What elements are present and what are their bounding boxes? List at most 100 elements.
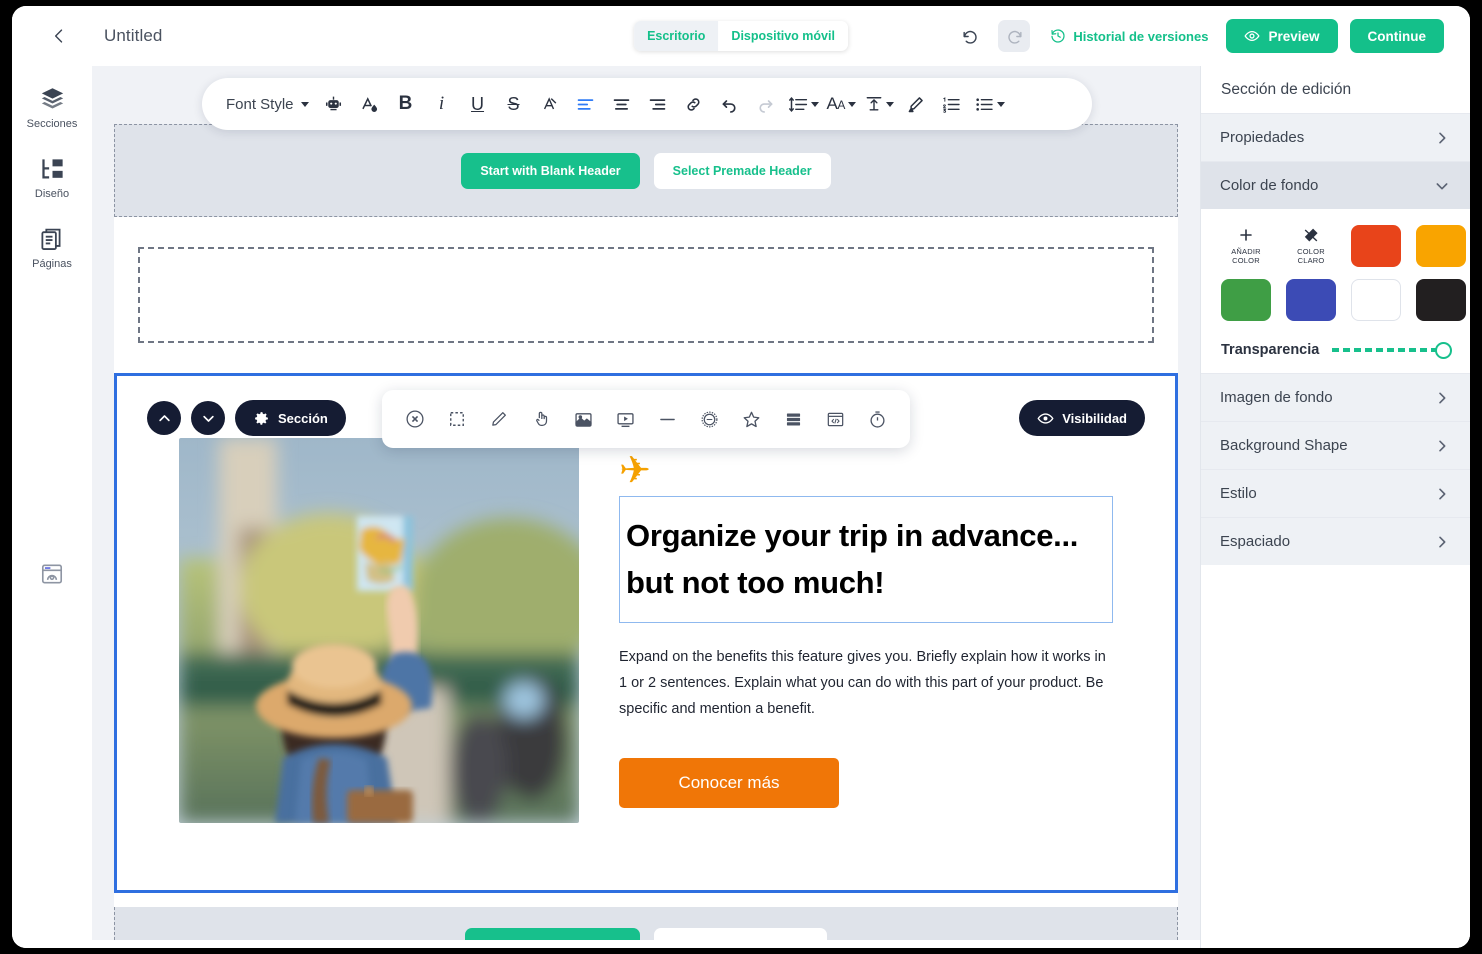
panel-row-estilo[interactable]: Estilo xyxy=(1201,469,1470,517)
conocer-mas-button[interactable]: Conocer más xyxy=(619,758,839,809)
headline-text-block[interactable]: Organize your trip in advance... but not… xyxy=(619,496,1113,623)
top-bar: Untitled Escritorio Dispositivo móvil Hi… xyxy=(12,6,1470,66)
slider-track xyxy=(1332,348,1450,352)
white-swatch[interactable] xyxy=(1351,279,1401,321)
select-frame-button[interactable] xyxy=(440,402,474,436)
panel-row-color-de-fondo[interactable]: Color de fondo xyxy=(1201,161,1470,209)
select-premade-header-button[interactable]: Select Premade Header xyxy=(653,152,831,189)
empty-content-block[interactable] xyxy=(138,247,1154,343)
numbered-list-button[interactable] xyxy=(935,87,969,121)
start-blank-header-button[interactable]: Start with Blank Header xyxy=(461,152,640,189)
body-paragraph[interactable]: Expand on the benefits this feature give… xyxy=(619,645,1113,722)
bold-button[interactable]: B xyxy=(389,87,423,121)
sidebar-label-diseno: Diseño xyxy=(34,188,70,200)
section-image-column[interactable] xyxy=(179,438,579,823)
transparency-slider[interactable] xyxy=(1332,341,1452,359)
sidebar-label-secciones: Secciones xyxy=(26,118,78,130)
insert-badge-button[interactable] xyxy=(692,402,726,436)
blue-swatch[interactable] xyxy=(1286,279,1336,321)
section-text-column: ✈ Organize your trip in advance... but n… xyxy=(619,438,1113,809)
add-color-label-2: COLOR xyxy=(1232,256,1260,266)
panel-row-label-color-de-fondo: Color de fondo xyxy=(1220,177,1319,194)
insert-layers-button[interactable] xyxy=(776,402,810,436)
panel-row-label-propiedades: Propiedades xyxy=(1220,129,1305,146)
panel-row-propiedades[interactable]: Propiedades xyxy=(1201,113,1470,161)
tab-escritorio[interactable]: Escritorio xyxy=(634,21,719,51)
align-center-button[interactable] xyxy=(605,87,639,121)
edit-pencil-button[interactable] xyxy=(482,402,516,436)
chevron-left-icon xyxy=(54,29,63,43)
line-height-button[interactable] xyxy=(785,87,822,121)
chevron-up-icon xyxy=(158,414,170,421)
sidebar-item-site-settings[interactable] xyxy=(19,561,85,587)
pointer-hand-button[interactable] xyxy=(524,402,558,436)
version-history-button[interactable]: Historial de versiones xyxy=(1050,28,1208,44)
back-button[interactable] xyxy=(36,13,82,59)
sidebar-item-secciones[interactable]: Secciones xyxy=(19,86,85,130)
selected-section[interactable]: Sección Visibilidad ✈ Organize your trip… xyxy=(114,373,1178,893)
sidebar-item-paginas[interactable]: Páginas xyxy=(19,226,85,270)
plus-icon xyxy=(1240,229,1252,241)
redo-icon xyxy=(1008,30,1022,44)
right-panel-empty-area xyxy=(1201,565,1470,948)
red-swatch[interactable] xyxy=(1351,225,1401,267)
align-left-button[interactable] xyxy=(569,87,603,121)
header-placeholder: Start with Blank Header Select Premade H… xyxy=(114,124,1178,217)
layout-tree-icon xyxy=(41,159,63,179)
trip-photo[interactable] xyxy=(179,438,579,823)
canvas-scroll[interactable]: Start with Blank Header Select Premade H… xyxy=(92,66,1200,948)
close-element-button[interactable] xyxy=(398,402,432,436)
canvas-area: Font Style B i U S AA Start with Blank H… xyxy=(92,66,1200,948)
strikethrough-button[interactable]: S xyxy=(497,87,531,121)
link-button[interactable] xyxy=(677,87,711,121)
clear-format-button[interactable] xyxy=(533,87,567,121)
insert-embed-code-button[interactable] xyxy=(818,402,852,436)
panel-row-label-imagen-de-fondo: Imagen de fondo xyxy=(1220,389,1333,406)
chevron-down-icon xyxy=(847,101,856,107)
letter-spacing-button[interactable] xyxy=(861,87,897,121)
clear-color-label-2: CLARO xyxy=(1297,256,1325,266)
redo-button[interactable] xyxy=(998,20,1031,52)
add-color-button[interactable]: AÑADIR COLOR xyxy=(1221,225,1271,267)
underline-button[interactable]: U xyxy=(461,87,495,121)
clear-color-button[interactable]: COLOR CLARO xyxy=(1286,225,1336,267)
move-section-down-button[interactable] xyxy=(191,401,225,435)
continue-button[interactable]: Continue xyxy=(1349,19,1444,53)
slider-knob[interactable] xyxy=(1435,341,1452,359)
section-columns: ✈ Organize your trip in advance... but n… xyxy=(117,438,1175,823)
insert-video-button[interactable] xyxy=(608,402,642,436)
italic-button[interactable]: i xyxy=(425,87,459,121)
move-section-up-button[interactable] xyxy=(147,401,181,435)
italic-icon: i xyxy=(438,93,445,114)
insert-star-button[interactable] xyxy=(734,402,768,436)
panel-row-background-shape[interactable]: Background Shape xyxy=(1201,421,1470,469)
tab-dispositivo-movil[interactable]: Dispositivo móvil xyxy=(718,21,848,51)
sidebar-item-diseno[interactable]: Diseño xyxy=(19,156,85,200)
insert-divider-button[interactable] xyxy=(650,402,684,436)
preview-label: Preview xyxy=(1268,28,1320,44)
browser-settings-icon xyxy=(41,564,63,584)
section-visibility-button[interactable]: Visibilidad xyxy=(1019,400,1145,436)
align-right-button[interactable] xyxy=(641,87,675,121)
bulleted-list-button[interactable] xyxy=(971,87,1008,121)
font-size-button[interactable]: AA xyxy=(824,87,859,121)
orange-swatch[interactable] xyxy=(1416,225,1466,267)
preview-button[interactable]: Preview xyxy=(1226,19,1338,53)
redo-text-button[interactable] xyxy=(749,87,783,121)
panel-row-espaciado[interactable]: Espaciado xyxy=(1201,517,1470,565)
insert-timer-button[interactable] xyxy=(860,402,894,436)
highlighter-button[interactable] xyxy=(899,87,933,121)
ai-assist-button[interactable] xyxy=(317,87,351,121)
text-color-button[interactable] xyxy=(353,87,387,121)
layers-stack-icon xyxy=(786,413,800,425)
section-settings-button[interactable]: Sección xyxy=(235,400,346,436)
undo-text-button[interactable] xyxy=(713,87,747,121)
panel-row-imagen-de-fondo[interactable]: Imagen de fondo xyxy=(1201,373,1470,421)
undo-button[interactable] xyxy=(954,20,986,52)
insert-image-button[interactable] xyxy=(566,402,600,436)
black-swatch[interactable] xyxy=(1416,279,1466,321)
divider-icon xyxy=(659,418,675,420)
green-swatch[interactable] xyxy=(1221,279,1271,321)
document-title[interactable]: Untitled xyxy=(104,26,162,46)
font-style-dropdown[interactable]: Font Style xyxy=(220,87,315,121)
